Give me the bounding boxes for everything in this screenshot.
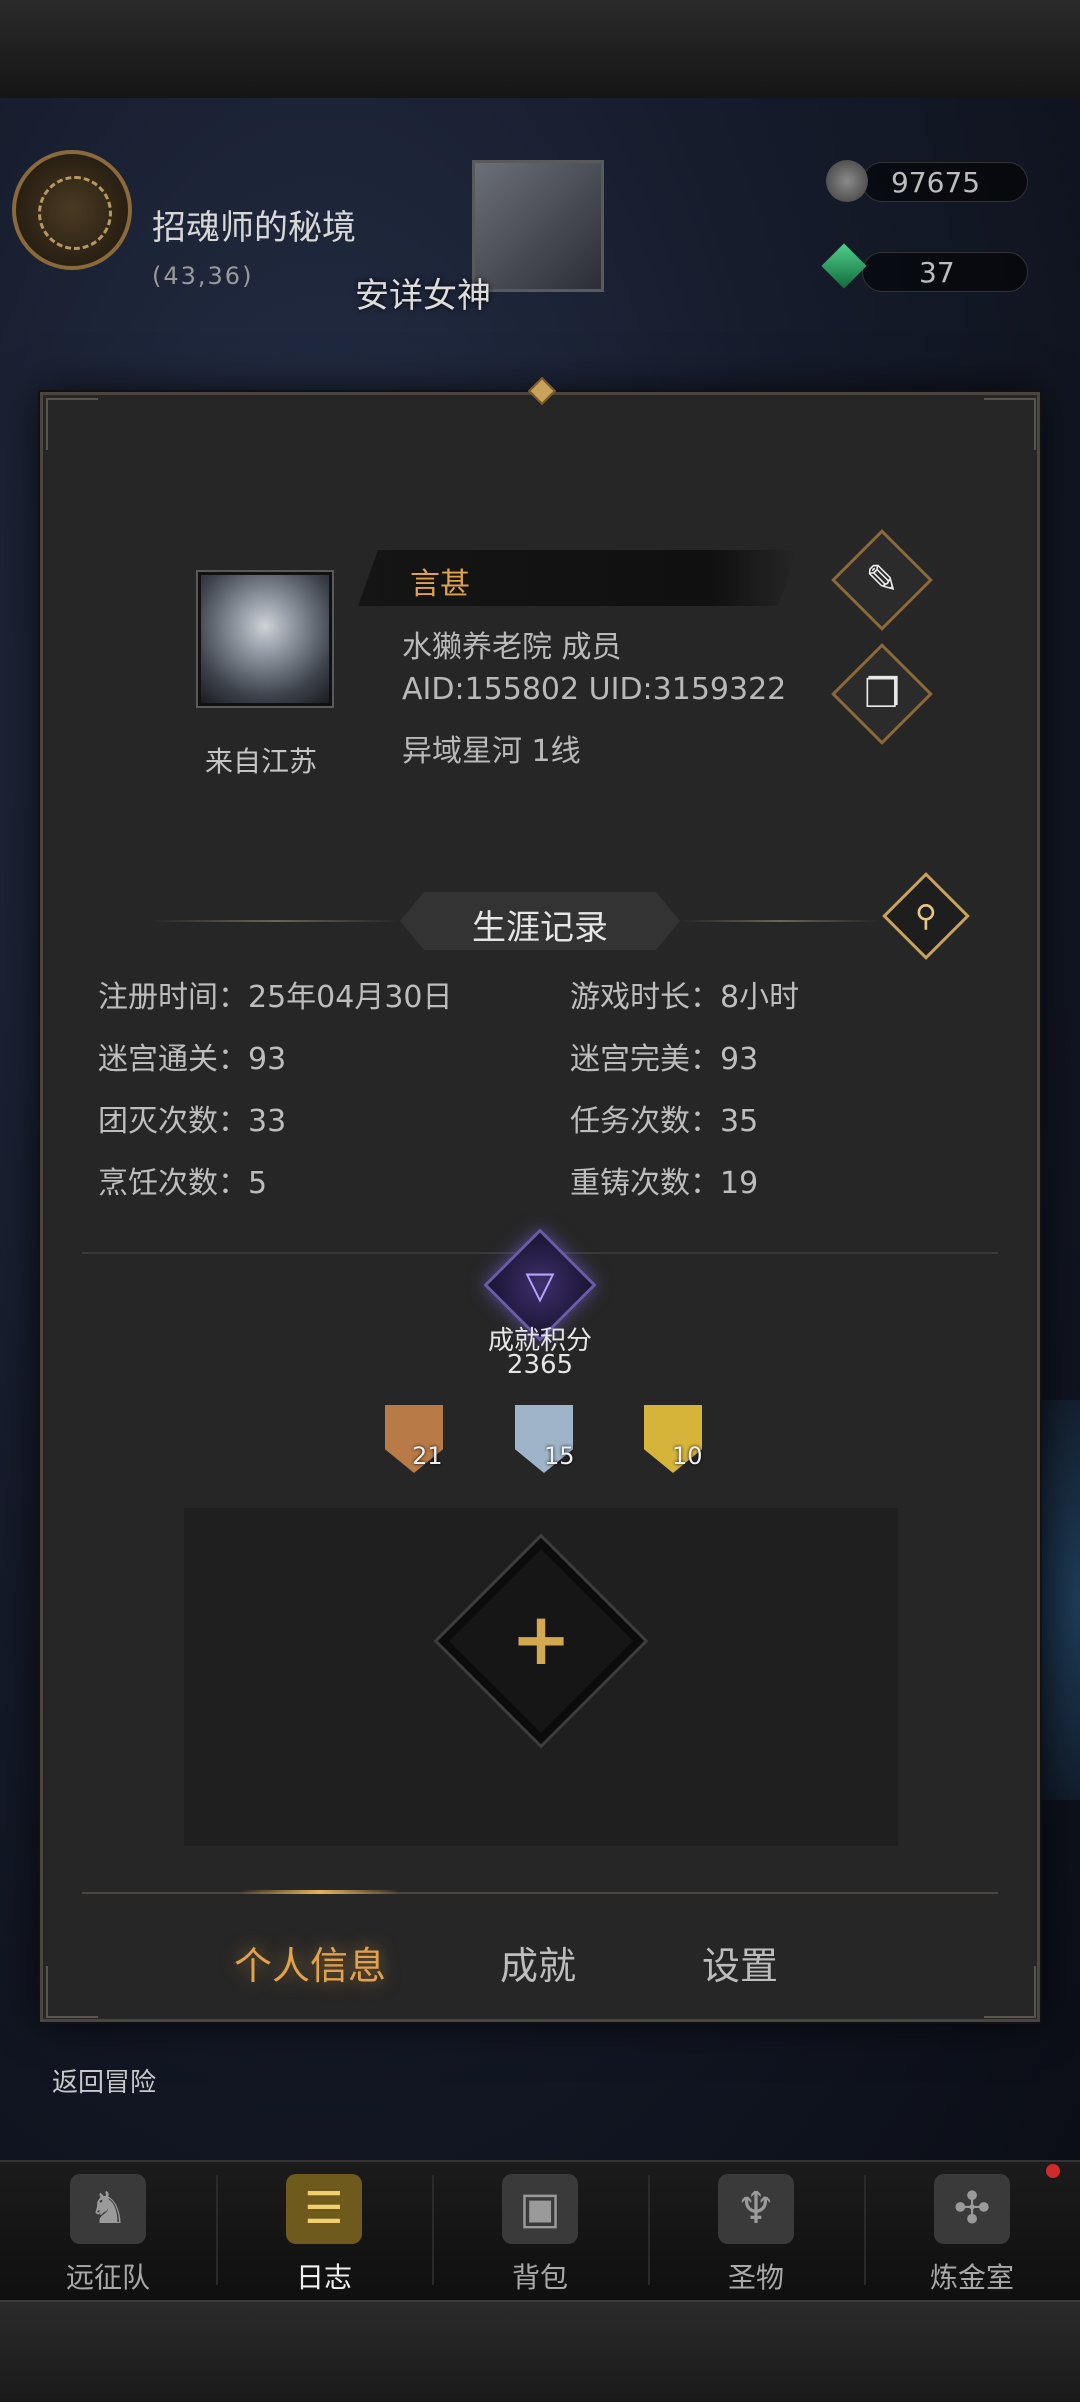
nav-label: 圣物	[727, 2261, 784, 2294]
nav-label: 远征队	[65, 2261, 150, 2294]
gem-amount: 37	[919, 256, 955, 289]
scroll-icon: ☰	[286, 2174, 362, 2244]
tab-divider	[82, 1892, 998, 1894]
nav-expedition[interactable]: ♞ 远征队	[0, 2160, 216, 2300]
guild-line: 水獭养老院 成员	[402, 630, 622, 665]
bottom-frame	[0, 2300, 1080, 2402]
panel-corner	[46, 398, 98, 450]
active-tab-indicator	[240, 1890, 400, 1894]
achievement-points: 2365	[506, 1350, 574, 1380]
nav-label: 日志	[295, 2261, 352, 2294]
chalice-icon: ♆	[718, 2174, 794, 2244]
nav-relics[interactable]: ♆ 圣物	[648, 2160, 864, 2300]
tab-achievements[interactable]: 成就	[500, 1935, 576, 1990]
location-map-icon[interactable]	[12, 150, 132, 270]
nav-log[interactable]: ☰ 日志	[216, 2160, 432, 2300]
stat-maze-perfect: 迷宫完美：93	[570, 1042, 759, 1077]
plus-icon: +	[510, 1597, 572, 1681]
backpack-icon: ▣	[502, 2174, 578, 2244]
nav-label: 炼金室	[929, 2261, 1014, 2294]
return-adventure-button[interactable]: 返回冒险	[52, 2062, 156, 2099]
section-line-left	[150, 920, 400, 922]
panel-corner	[984, 398, 1036, 450]
section-line-right	[680, 920, 880, 922]
stat-wipe-count: 团灭次数：33	[98, 1104, 287, 1139]
stat-maze-clear: 迷宫通关：93	[98, 1042, 287, 1077]
nav-alchemy[interactable]: ✣ 炼金室	[864, 2160, 1080, 2300]
player-origin: 来自江苏	[205, 745, 318, 778]
stone-icon	[826, 160, 868, 202]
alchemy-icon: ✣	[934, 2174, 1010, 2244]
stat-reforge-count: 重铸次数：19	[570, 1166, 759, 1201]
player-name: 言甚	[410, 567, 470, 602]
top-frame	[0, 0, 1080, 100]
triangle-emblem-icon: ▽	[525, 1263, 555, 1307]
tab-settings[interactable]: 设置	[702, 1935, 778, 1990]
stat-play-time: 游戏时长：8小时	[570, 980, 800, 1015]
tab-personal-info[interactable]: 个人信息	[234, 1935, 386, 1990]
bronze-medal-count: 21	[412, 1442, 443, 1470]
stone-currency: 97675	[862, 162, 1028, 202]
npc-label: 安详女神	[355, 276, 491, 316]
scroll-icon: ❐	[864, 671, 900, 717]
silver-medal-count: 15	[544, 1442, 575, 1470]
stat-register-time: 注册时间：25年04月30日	[98, 980, 453, 1015]
quill-icon: ✎	[865, 557, 899, 603]
panel-corner	[984, 1966, 1036, 2018]
npc-portrait[interactable]	[472, 160, 604, 292]
nav-label: 背包	[511, 2261, 568, 2294]
panel-corner	[46, 1966, 98, 2018]
location-coords: (43,36)	[152, 262, 254, 290]
gold-medal-count: 10	[672, 1442, 703, 1470]
stat-cook-count: 烹饪次数：5	[98, 1166, 268, 1201]
nav-backpack[interactable]: ▣ 背包	[432, 2160, 648, 2300]
player-avatar[interactable]	[196, 570, 334, 708]
helmet-icon: ♞	[70, 2174, 146, 2244]
notification-dot	[1046, 2164, 1060, 2178]
gem-currency: 37	[862, 252, 1028, 292]
career-title: 生涯记录	[472, 908, 608, 948]
location-name: 招魂师的秘境	[152, 208, 356, 248]
stone-amount: 97675	[891, 166, 981, 199]
magnifier-icon: ⚲	[915, 899, 937, 934]
server-line: 异域星河 1线	[402, 734, 581, 769]
player-ids: AID:155802 UID:3159322	[402, 672, 787, 707]
stat-quest-count: 任务次数：35	[570, 1104, 759, 1139]
